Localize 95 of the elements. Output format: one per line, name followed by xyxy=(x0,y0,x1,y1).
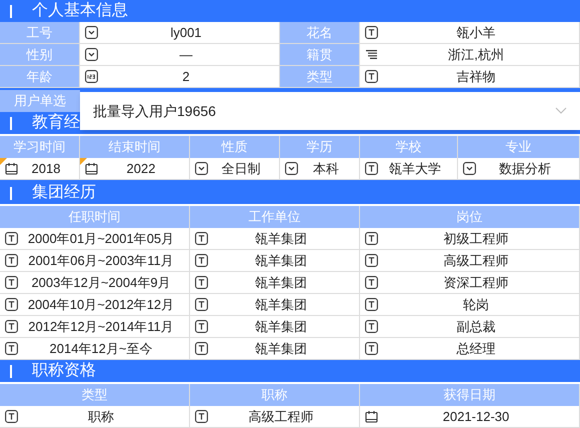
table-cell-text: 高级工程师 xyxy=(248,408,314,426)
column-header: 学校 xyxy=(360,136,458,158)
table-cell-text: 2022 xyxy=(126,160,156,178)
text-field-icon xyxy=(5,276,18,289)
section-marker-icon xyxy=(10,364,12,378)
field-label: 籍贯 xyxy=(280,44,360,66)
section-marker-icon xyxy=(10,186,12,200)
dropdown-icon xyxy=(285,162,298,175)
table-cell-text: 2018 xyxy=(30,160,62,178)
table-cell-text: 瓴羊集团 xyxy=(254,252,308,270)
text-field-icon xyxy=(195,232,208,245)
table-cell-text: 资深工程师 xyxy=(442,274,510,292)
section-marker-icon xyxy=(10,4,12,18)
field-label: 用户单选 xyxy=(0,90,80,112)
field-value: 浙江,杭州 xyxy=(447,46,505,64)
table-cell-text: 职称 xyxy=(87,408,115,426)
text-field-icon xyxy=(365,320,378,333)
text-field-icon xyxy=(5,410,18,423)
section-title: 集团经历 xyxy=(32,183,96,203)
text-field-icon xyxy=(195,298,208,311)
text-field-icon xyxy=(5,320,18,333)
column-header: 学历 xyxy=(280,136,360,158)
column-header: 任职时间 xyxy=(0,206,190,228)
table-cell-text: 副总裁 xyxy=(456,318,496,336)
field-value: 2 xyxy=(181,68,191,86)
text-field-icon xyxy=(365,162,378,175)
text-field-icon xyxy=(5,254,18,267)
table-cell-text: 瓴羊集团 xyxy=(254,340,308,358)
dropdown-icon xyxy=(85,48,98,61)
field-value: — xyxy=(178,46,194,64)
section-title: 教育经 xyxy=(32,112,80,133)
field-value: 瓴小羊 xyxy=(456,24,496,42)
field-label: 工号 xyxy=(0,22,80,44)
section-title: 个人基本信息 xyxy=(32,0,128,21)
chevron-down-icon xyxy=(555,107,567,115)
table-cell-text: 高级工程师 xyxy=(442,252,510,270)
table-cell-text: 2004年10月~2012年12月 xyxy=(26,296,176,314)
table-cell-text: 2014年12月~至今 xyxy=(48,340,154,358)
list-icon xyxy=(366,50,377,59)
calendar-icon xyxy=(85,162,98,175)
field-label: 花名 xyxy=(280,22,360,44)
column-header: 学习时间 xyxy=(0,136,80,158)
text-field-icon xyxy=(195,320,208,333)
table-cell-text: 2000年01月~2001年05月 xyxy=(26,230,176,248)
dropdown-icon xyxy=(463,162,476,175)
column-header: 专业 xyxy=(458,136,580,158)
text-field-icon xyxy=(365,298,378,311)
text-field-icon xyxy=(365,232,378,245)
number-icon xyxy=(85,70,98,83)
text-field-icon xyxy=(365,254,378,267)
table-cell-text: 全日制 xyxy=(220,160,262,178)
text-field-icon xyxy=(195,410,208,423)
calendar-icon xyxy=(365,410,378,423)
table-cell-text: 瓴羊集团 xyxy=(254,274,308,292)
text-field-icon xyxy=(195,342,208,355)
table-cell-text: 2012年12月~2014年11月 xyxy=(27,318,175,336)
text-field-icon xyxy=(5,232,18,245)
column-header: 工作单位 xyxy=(190,206,360,228)
field-value: ly001 xyxy=(169,24,203,42)
table-cell-text: 瓴羊集团 xyxy=(254,296,308,314)
column-header: 获得日期 xyxy=(360,384,580,406)
table-cell-text: 总经理 xyxy=(456,340,496,358)
dropdown-icon xyxy=(85,26,98,39)
section-title: 职称资格 xyxy=(32,361,96,381)
column-header: 结束时间 xyxy=(80,136,190,158)
table-cell-text: 数据分析 xyxy=(498,160,552,178)
text-field-icon xyxy=(365,26,378,39)
text-field-icon xyxy=(195,276,208,289)
field-label: 类型 xyxy=(280,66,360,88)
field-label: 年龄 xyxy=(0,66,80,88)
text-field-icon xyxy=(5,342,18,355)
section-marker-icon xyxy=(10,116,12,130)
text-field-icon xyxy=(5,298,18,311)
table-cell-text: 2021-12-30 xyxy=(442,408,510,426)
table-cell-text: 瓴羊集团 xyxy=(254,318,308,336)
text-field-icon xyxy=(195,254,208,267)
text-field-icon xyxy=(365,70,378,83)
column-header: 岗位 xyxy=(360,206,580,228)
table-cell-text: 2003年12月~2004年9月 xyxy=(30,274,172,292)
column-header: 类型 xyxy=(0,384,190,406)
text-field-icon xyxy=(365,276,378,289)
column-header: 性质 xyxy=(190,136,280,158)
table-cell-text: 瓴羊大学 xyxy=(388,160,442,178)
dropdown-icon xyxy=(195,162,208,175)
field-value: 吉祥物 xyxy=(456,68,496,86)
table-cell-text: 轮岗 xyxy=(462,296,490,314)
column-header: 职称 xyxy=(190,384,360,406)
field-label: 性别 xyxy=(0,44,80,66)
calendar-icon xyxy=(5,162,18,175)
dropdown-option[interactable]: 批量导入用户19656 xyxy=(93,100,555,122)
table-cell-text: 2001年06月~2003年11月 xyxy=(27,252,175,270)
text-field-icon xyxy=(365,342,378,355)
table-cell-text: 本科 xyxy=(312,160,340,178)
table-cell-text: 瓴羊集团 xyxy=(254,230,308,248)
table-cell-text: 初级工程师 xyxy=(442,230,510,248)
